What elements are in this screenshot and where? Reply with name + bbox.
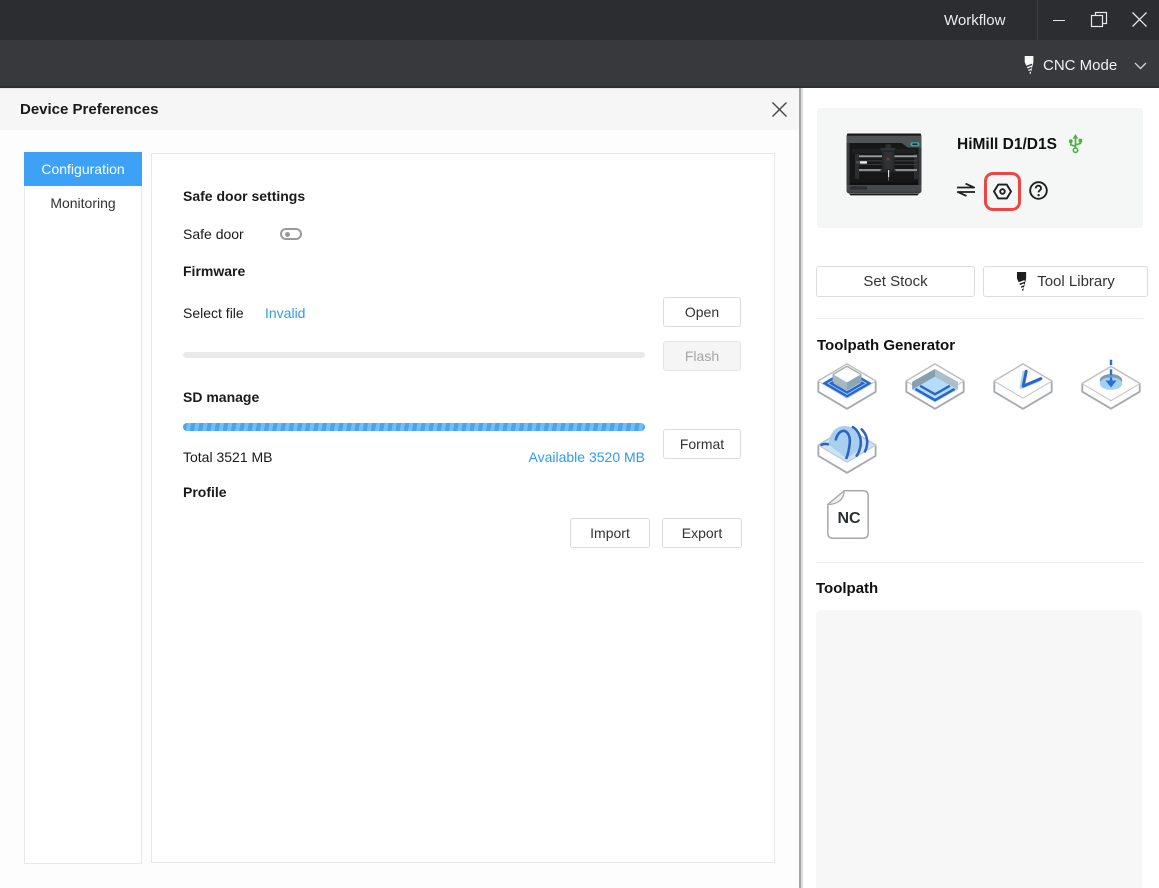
svg-text:NC: NC xyxy=(837,510,861,527)
